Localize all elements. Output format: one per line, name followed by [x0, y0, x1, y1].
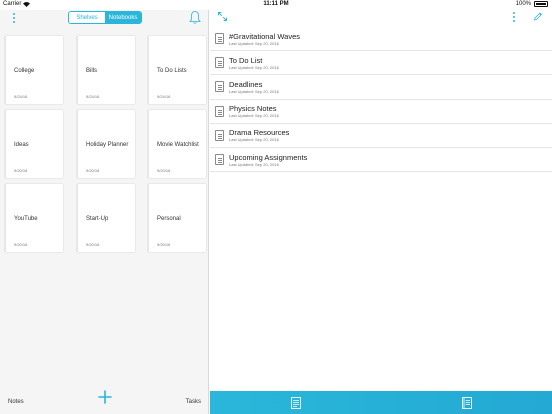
battery-percent: 100% — [515, 1, 531, 7]
notes-tab[interactable]: Notes — [8, 399, 24, 405]
note-title: Deadlines — [229, 79, 263, 89]
notebook-card[interactable]: YouTube 9/20/16 — [5, 184, 63, 252]
notebook-date: 9/20/16 — [14, 168, 28, 173]
note-updated: Last Updated: Sep 20, 2016 — [229, 137, 279, 143]
note-updated: Last Updated: Sep 20, 2016 — [229, 113, 279, 119]
note-title: #Gravitational Waves — [229, 31, 301, 41]
view-segmented-control: Shelves Notebooks — [68, 11, 142, 24]
notebook-title: Personal — [157, 216, 181, 222]
battery-icon — [534, 1, 548, 7]
notebook-date: 9/20/16 — [157, 168, 171, 173]
note-updated: Last Updated: Sep 20, 2016 — [229, 40, 279, 46]
notebook-card[interactable]: Holiday Planner 9/20/16 — [77, 110, 135, 178]
note-title: Drama Resources — [229, 128, 290, 138]
document-icon — [215, 154, 224, 166]
notebook-title: Bills — [86, 68, 98, 74]
note-row[interactable]: Physics Notes Last Updated: Sep 20, 2016 — [210, 100, 552, 124]
notebook-title: Ideas — [14, 142, 29, 148]
more-vertical-icon[interactable] — [512, 12, 516, 22]
note-row[interactable]: Drama Resources Last Updated: Sep 20, 20… — [210, 124, 552, 148]
notebook-title: YouTube — [14, 216, 38, 222]
notes-pane: #Gravitational Waves Last Updated: Sep 2… — [210, 10, 552, 414]
notebook-date: 9/20/16 — [157, 242, 171, 247]
left-footer: Notes Tasks — [0, 385, 209, 414]
note-updated: Last Updated: Sep 20, 2016 — [229, 161, 279, 167]
note-updated: Last Updated: Sep 20, 2016 — [229, 88, 279, 94]
segment-notebooks[interactable]: Notebooks — [105, 12, 141, 23]
note-row[interactable]: #Gravitational Waves Last Updated: Sep 2… — [210, 27, 552, 52]
status-bar: Carrier 11:11 PM 100% — [0, 0, 552, 10]
notebook-date: 9/20/16 — [86, 168, 100, 173]
notebook-card[interactable]: Bills 9/24/16 — [77, 36, 135, 104]
tasks-tab[interactable]: Tasks — [186, 399, 201, 405]
document-icon — [215, 57, 224, 69]
notebook-card[interactable]: To Do Lists 9/24/16 — [148, 36, 206, 104]
notebook-title: Holiday Planner — [86, 142, 129, 148]
segment-shelves[interactable]: Shelves — [69, 12, 105, 23]
notebook-card[interactable]: College 9/24/16 — [5, 36, 63, 104]
pencil-icon[interactable] — [533, 11, 543, 22]
notebook-card[interactable]: Personal 9/20/16 — [148, 184, 206, 252]
more-vertical-icon[interactable] — [12, 13, 16, 23]
notebook-title: Start-Up — [86, 216, 109, 222]
notebook-title: College — [14, 68, 35, 74]
notebook-date: 9/24/16 — [14, 94, 28, 99]
status-right: 100% — [516, 1, 548, 7]
document-icon — [215, 81, 224, 93]
notebook-date: 9/24/16 — [86, 94, 100, 99]
note-icon[interactable] — [291, 397, 301, 409]
document-icon — [215, 33, 224, 45]
expand-icon[interactable] — [218, 12, 227, 21]
notebook-title: To Do Lists — [157, 68, 187, 74]
notebook-card[interactable]: Start-Up 9/20/16 — [77, 184, 135, 252]
add-icon[interactable] — [98, 390, 112, 404]
notebook-date: 9/20/16 — [14, 242, 28, 247]
notebook-card[interactable]: Ideas 9/20/16 — [5, 110, 63, 178]
note-title: Upcoming Assignments — [229, 152, 308, 162]
document-icon — [215, 105, 224, 117]
note-row[interactable]: To Do List Last Updated: Sep 20, 2016 — [210, 51, 552, 76]
note-row[interactable]: Upcoming Assignments Last Updated: Sep 2… — [210, 148, 552, 173]
notebook-date: 9/24/16 — [157, 94, 171, 99]
note-list: #Gravitational Waves Last Updated: Sep 2… — [210, 27, 552, 173]
notebook-icon[interactable] — [462, 397, 472, 409]
notebook-card[interactable]: Movie Watchlist 9/20/16 — [148, 110, 206, 178]
bottom-tab-bar — [210, 391, 552, 414]
bell-icon[interactable] — [189, 10, 201, 24]
note-title: To Do List — [229, 55, 263, 65]
status-time: 11:11 PM — [263, 1, 289, 7]
note-updated: Last Updated: Sep 20, 2016 — [229, 64, 279, 70]
note-row[interactable]: Deadlines Last Updated: Sep 20, 2016 — [210, 75, 552, 100]
note-title: Physics Notes — [229, 104, 277, 114]
notebook-date: 9/20/16 — [86, 242, 100, 247]
document-icon — [215, 129, 224, 141]
notebooks-pane: Shelves Notebooks College 9/24/16 Bills … — [0, 10, 209, 414]
notebook-title: Movie Watchlist — [157, 142, 199, 148]
